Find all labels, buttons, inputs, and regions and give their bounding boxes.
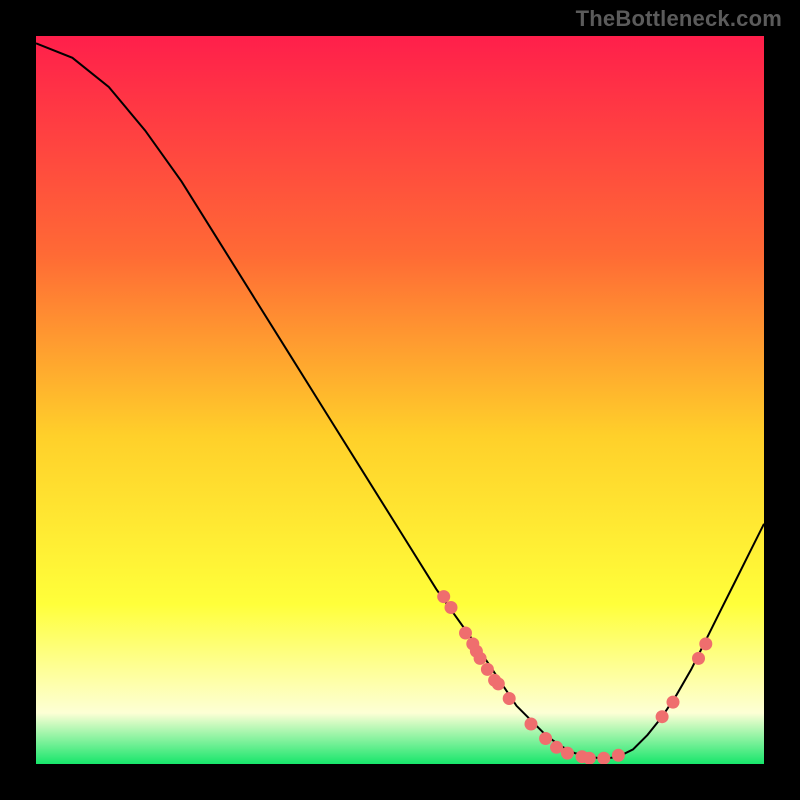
gradient-background [36,36,764,764]
data-dot [656,710,669,723]
data-dot [539,732,552,745]
data-dot [667,696,680,709]
watermark-text: TheBottleneck.com [576,6,782,32]
data-dot [692,652,705,665]
data-dot [474,652,487,665]
plot-area [36,36,764,764]
data-dot [481,663,494,676]
data-dot [699,637,712,650]
data-dot [503,692,516,705]
data-dot [445,601,458,614]
data-dot [437,590,450,603]
data-dot [612,749,625,762]
data-dot [561,747,574,760]
chart-frame: TheBottleneck.com [0,0,800,800]
data-dot [459,627,472,640]
data-dot [492,677,505,690]
chart-svg [36,36,764,764]
data-dot [525,718,538,731]
